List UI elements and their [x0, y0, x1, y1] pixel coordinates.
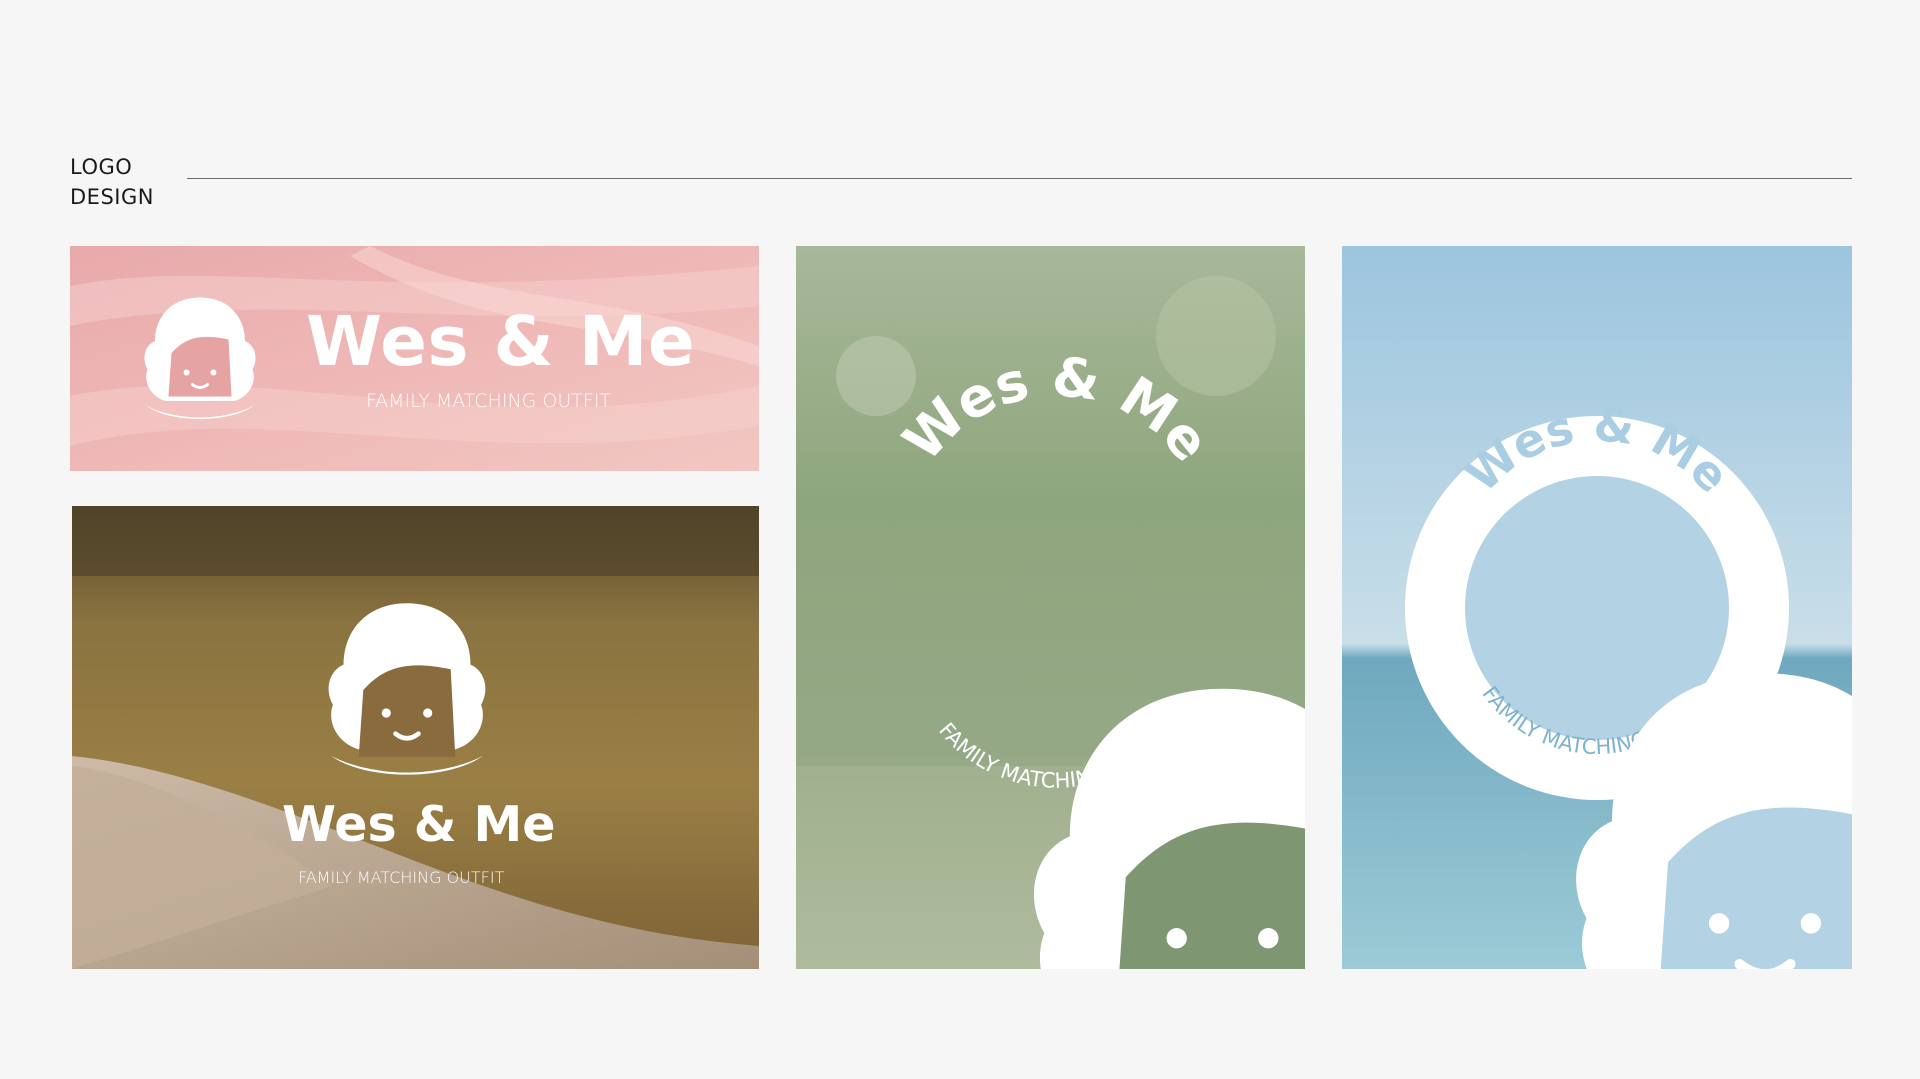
- girl-mascot-icon: [125, 284, 275, 434]
- logo-panel-field: Wes & Me FAMILY MATCHING OUTFIT: [72, 506, 759, 969]
- curved-wordmark: Wes & Me: [891, 345, 1222, 474]
- logo-panel-sea: Wes & Me FAMILY MATCHING OUTFIT: [1342, 246, 1852, 969]
- brand-tagline: FAMILY MATCHING OUTFIT: [366, 390, 612, 412]
- logo-panel-pink: Wes & Me FAMILY MATCHING OUTFIT: [70, 246, 759, 471]
- section-title-line2: DESIGN: [70, 185, 154, 209]
- header-divider: [187, 178, 1852, 179]
- girl-mascot-icon: [292, 584, 522, 796]
- section-title: LOGO DESIGN: [70, 152, 154, 212]
- green-circular-logo: Wes & Me FAMILY MATCHING OUTFIT: [891, 345, 1305, 969]
- girl-mascot-icon: [1034, 689, 1305, 969]
- sea-badge-logo: Wes & Me FAMILY MATCHING OUTFIT: [1405, 397, 1789, 800]
- logo-panel-green: Wes & Me FAMILY MATCHING OUTFIT: [796, 246, 1305, 969]
- brand-wordmark: Wes & Me: [306, 302, 696, 382]
- brand-tagline: FAMILY MATCHING OUTFIT: [298, 868, 505, 887]
- brand-wordmark: Wes & Me: [282, 796, 556, 853]
- section-title-line1: LOGO: [70, 155, 133, 179]
